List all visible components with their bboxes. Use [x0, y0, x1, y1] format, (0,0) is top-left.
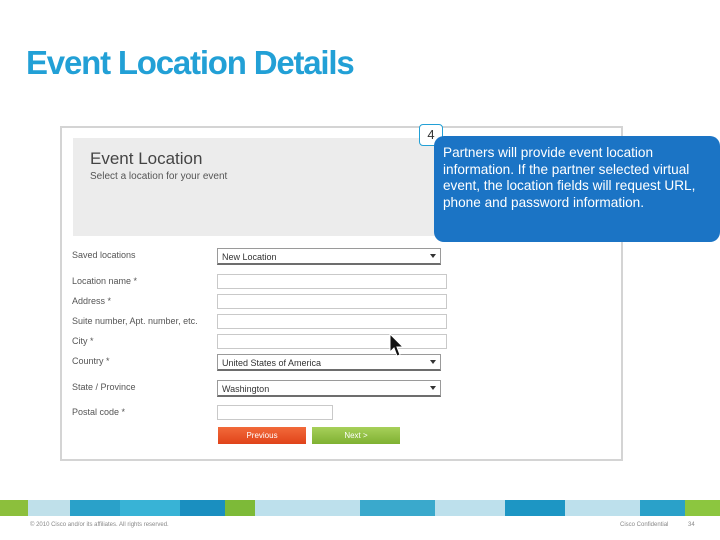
saved-locations-value: New Location	[222, 252, 277, 262]
form-header-subtitle: Select a location for your event	[90, 171, 228, 182]
postal-code-label: Postal code *	[72, 407, 126, 417]
country-select[interactable]: United States of America	[217, 354, 441, 371]
callout-box: Partners will provide event location inf…	[434, 136, 720, 242]
slide-title: Event Location Details	[26, 44, 355, 81]
state-province-select[interactable]: Washington	[217, 380, 441, 397]
footer-color-bar	[0, 500, 720, 516]
color-bar-segment	[120, 500, 180, 516]
footer-confidential: Cisco Confidential	[620, 522, 669, 528]
suite-number-label: Suite number, Apt. number, etc.	[72, 316, 198, 326]
color-bar-segment	[70, 500, 120, 516]
country-value: United States of America	[222, 358, 322, 368]
footer-page-number: 34	[688, 522, 695, 528]
color-bar-segment	[255, 500, 360, 516]
color-bar-segment	[435, 500, 505, 516]
color-bar-segment	[685, 500, 720, 516]
color-bar-segment	[225, 500, 255, 516]
country-label: Country *	[72, 356, 110, 366]
city-input[interactable]	[217, 334, 447, 349]
mouse-pointer-icon	[389, 333, 405, 357]
color-bar-segment	[565, 500, 640, 516]
state-province-value: Washington	[222, 384, 270, 394]
color-bar-segment	[28, 500, 70, 516]
form-header-title: Event Location	[90, 149, 203, 168]
color-bar-segment	[0, 500, 28, 516]
caret-down-icon	[430, 360, 436, 364]
color-bar-segment	[640, 500, 685, 516]
previous-button[interactable]: Previous	[218, 427, 306, 444]
color-bar-segment	[180, 500, 225, 516]
location-name-input[interactable]	[217, 274, 447, 289]
callout-text: Partners will provide event location inf…	[443, 145, 696, 210]
city-label: City *	[72, 336, 94, 346]
saved-locations-select[interactable]: New Location	[217, 248, 441, 265]
next-button[interactable]: Next >	[312, 427, 400, 444]
address-label: Address *	[72, 296, 112, 306]
footer-copyright: © 2010 Cisco and/or its affiliates. All …	[30, 522, 169, 528]
color-bar-segment	[360, 500, 435, 516]
address-input[interactable]	[217, 294, 447, 309]
suite-number-input[interactable]	[217, 314, 447, 329]
location-name-label: Location name *	[72, 276, 138, 286]
postal-code-input[interactable]	[217, 405, 333, 420]
caret-down-icon	[430, 254, 436, 258]
color-bar-segment	[505, 500, 565, 516]
caret-down-icon	[430, 386, 436, 390]
saved-locations-label: Saved locations	[72, 250, 136, 260]
state-province-label: State / Province	[72, 382, 136, 392]
